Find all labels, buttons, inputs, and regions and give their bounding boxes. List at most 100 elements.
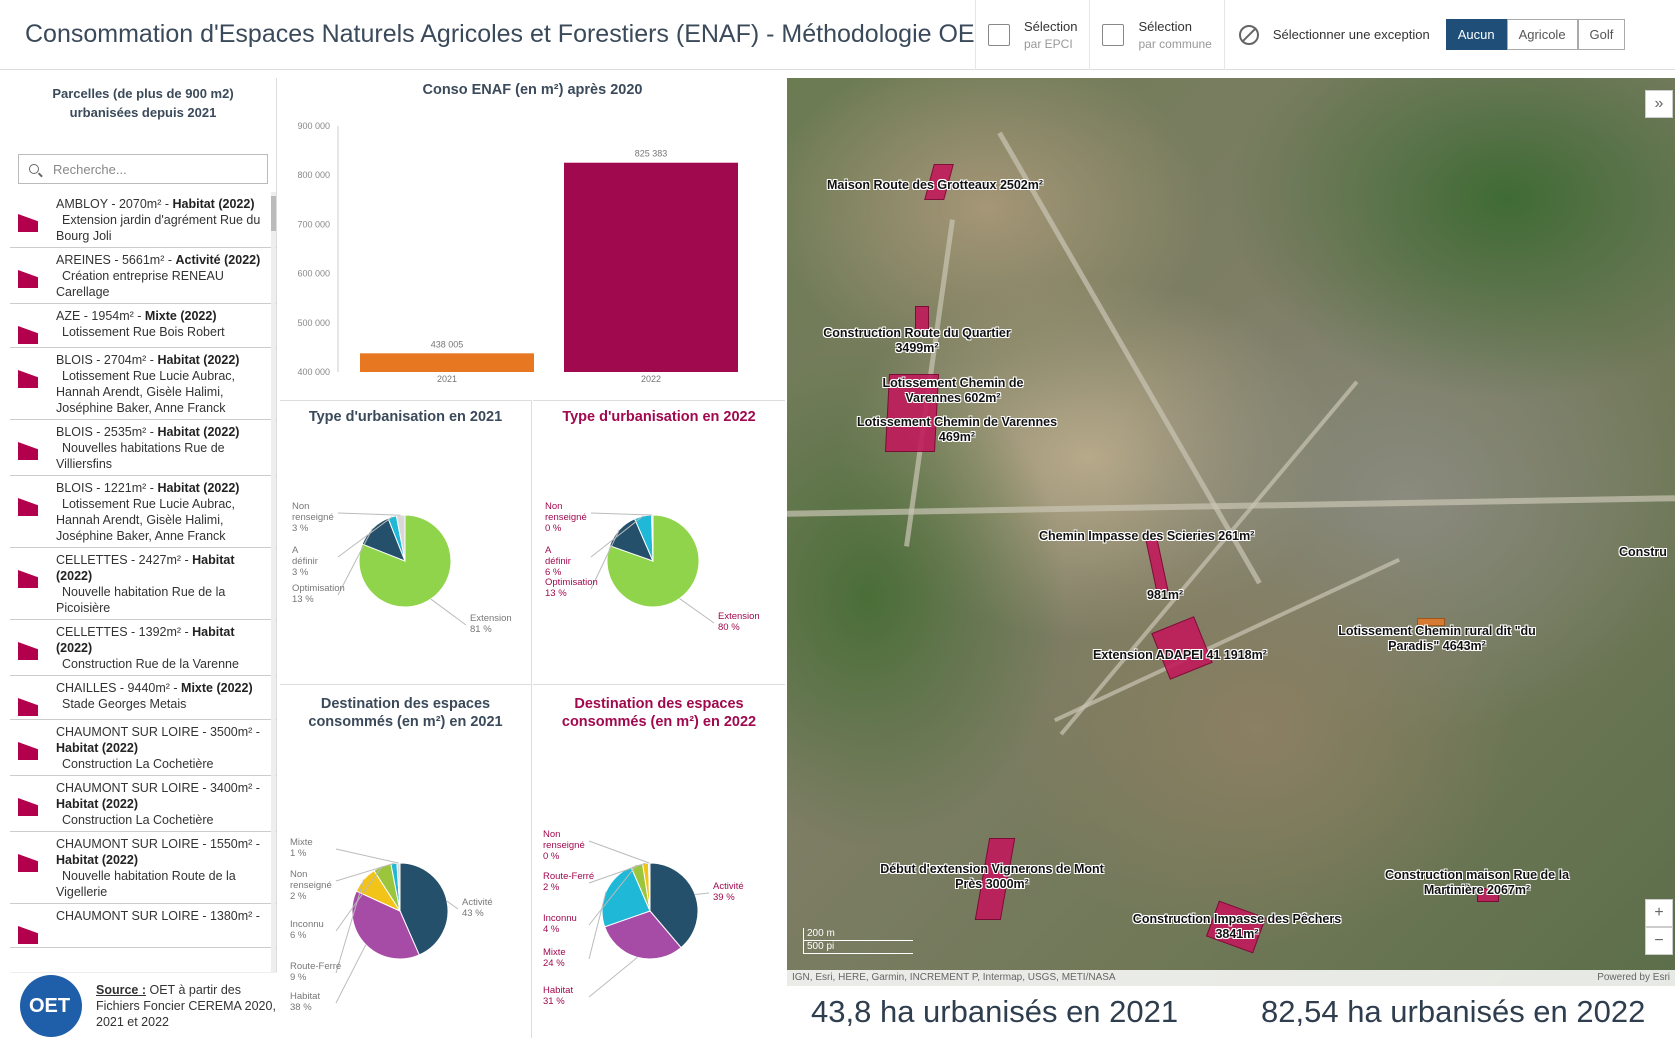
list-item[interactable]: CHAUMONT SUR LOIRE - 1550m² - Habitat (2… (10, 832, 277, 904)
list-item-text: BLOIS - 1221m² - Habitat (2022) Lotisseme… (56, 480, 273, 544)
item-description: Construction La Cochetière (62, 757, 214, 771)
map-road (787, 495, 1675, 517)
pie-label-line: Non (545, 501, 562, 512)
map-road (1059, 380, 1359, 736)
pie-type-2022: Extension 80 %Optimisation 13 %A définir 6 %… (545, 501, 760, 633)
pie-dest-2022: Activité 39 % Habitat 31 % Mixte 24 % Inconnu 4… (543, 829, 744, 1007)
collapse-panel-button[interactable]: » (1645, 90, 1673, 118)
list-title: Parcelles (de plus de 900 m2) urbanisées… (52, 86, 234, 120)
list-item-text: AMBLOY - 2070m² - Habitat (2022) Extensio… (56, 196, 273, 244)
item-description: Construction Rue de la Varenne (62, 657, 239, 671)
item-description: Nouvelle habitation Rue de la Picoisière (56, 585, 226, 615)
map-scalebar: 200 m 500 pi (803, 928, 913, 954)
item-year: (2022) (101, 797, 138, 811)
item-head: AMBLOY - 2070m² - (56, 197, 173, 211)
pie-label-pct: 6 % (290, 930, 307, 941)
pie-label: Route-Ferré 2 % (543, 871, 594, 893)
select-by-commune-button[interactable]: Sélection par commune (1089, 0, 1223, 70)
pie-label: Non renseigné 0 % (543, 829, 585, 862)
pie-label: Non renseigné 2 % (290, 869, 332, 902)
pie-dest-2022-title: Destination des espaces consommés (en m²… (561, 696, 757, 730)
pie-label-pct: 80 % (718, 622, 740, 633)
list-item[interactable]: BLOIS - 2704m² - Habitat (2022) Lotisseme… (10, 348, 277, 420)
map-label: Lotissement Chemin de Varennes 602m² (882, 376, 1024, 405)
pie-label-line: Non (290, 869, 307, 880)
zoom-out-button[interactable]: − (1645, 927, 1673, 955)
parcel-flag-icon (18, 742, 38, 760)
list-item-text: AZE - 1954m² - Mixte (2022) Lotissement R… (56, 308, 225, 344)
powered-by-esri[interactable]: Powered by Esri (1597, 972, 1670, 983)
source-label[interactable]: Source : (96, 983, 146, 997)
exception-option-agricole[interactable]: Agricole (1506, 19, 1578, 50)
pie-label: Adéfinir 6 % (545, 545, 571, 578)
pie-label: Inconnu 4 % (543, 913, 577, 935)
y-tick-label: 900 000 (297, 121, 330, 131)
item-type: Mixte (144, 309, 177, 323)
map-view[interactable]: Maison Route des Grotteaux 2502m² Constr… (787, 78, 1675, 986)
list-item[interactable]: BLOIS - 2535m² - Habitat (2022) Nouvelles… (10, 420, 277, 476)
select-by-epci-button[interactable]: Sélection par EPCI (975, 0, 1089, 70)
item-year: (2022) (218, 197, 255, 211)
map-label: Construction Route du Quartier 3499m² (823, 326, 1011, 355)
item-head: BLOIS - 2704m² - (56, 353, 158, 367)
pie-label: Mixte 1 % (290, 837, 313, 859)
parcel-flag-icon (18, 214, 38, 232)
exception-option-golf[interactable]: Golf (1577, 19, 1626, 50)
pie-label-line: définir (545, 556, 571, 567)
list-item[interactable]: CHAUMONT SUR LOIRE - 3400m² - Habitat (2… (10, 776, 277, 832)
pie-leader-line (446, 900, 459, 910)
item-head: CHAUMONT SUR LOIRE - 1380m² - (56, 909, 260, 923)
pie-type-2022-title: Type d'urbanisation en 2022 (562, 409, 756, 425)
pie-label-line: Route-Ferré (290, 961, 341, 972)
pie-label: Extension 80 % (718, 611, 760, 633)
pie-leader-line (335, 944, 367, 1004)
pie-leader-line (335, 848, 399, 864)
pie-leader-line (588, 840, 650, 864)
item-type: Activité (175, 253, 221, 267)
pie-label: Extension 81 % (470, 613, 512, 635)
item-year: (2022) (203, 425, 240, 439)
map-parcel[interactable] (1145, 537, 1169, 594)
list-item[interactable]: CHAUMONT SUR LOIRE - 3500m² - Habitat (2… (10, 720, 277, 776)
bar-value-label: 438 005 (431, 339, 464, 349)
list-item[interactable]: CELLETTES - 2427m² - Habitat (2022) Nouve… (10, 548, 277, 620)
pie-label-line: Non (292, 501, 309, 512)
exception-option-aucun[interactable]: Aucun (1445, 19, 1507, 50)
list-scrollbar[interactable] (271, 192, 276, 972)
item-year: (2022) (216, 681, 253, 695)
select-epci-sublabel: par EPCI (1024, 36, 1073, 51)
item-year: (2022) (180, 309, 217, 323)
list-item[interactable]: AREINES - 5661m² - Activité (2022) Créati… (10, 248, 277, 304)
zoom-in-button[interactable]: + (1645, 899, 1673, 927)
parcel-flag-icon (18, 854, 38, 872)
page-title: Consommation d'Espaces Naturels Agricole… (25, 20, 975, 48)
pie-label-pct: 0 % (545, 523, 562, 534)
map-label: Extension ADAPEI 41 1918m² (1093, 648, 1267, 662)
no-entry-icon (1238, 24, 1259, 45)
list-item-text: CHAUMONT SUR LOIRE - 1550m² - Habitat (2… (56, 836, 273, 900)
item-type: Habitat (56, 741, 99, 755)
list-item[interactable]: CELLETTES - 1392m² - Habitat (2022) Const… (10, 620, 277, 676)
pie-dest-2021-panel: Destination des espaces consommés (en m²… (280, 684, 532, 1038)
list-item[interactable]: CHAILLES - 9440m² - Mixte (2022) Stade Ge… (10, 676, 277, 720)
item-head: AREINES - 5661m² - (56, 253, 176, 267)
list-item[interactable]: AZE - 1954m² - Mixte (2022) Lotissement R… (10, 304, 277, 348)
pie-label: Habitat 31 % (543, 985, 573, 1007)
search-input[interactable]: Recherche... (18, 154, 268, 184)
pie-label-line: A (545, 545, 552, 556)
list-item[interactable]: CHAUMONT SUR LOIRE - 1380m² - (10, 904, 277, 948)
list-item[interactable]: BLOIS - 1221m² - Habitat (2022) Lotisseme… (10, 476, 277, 548)
list-item[interactable]: AMBLOY - 2070m² - Habitat (2022) Extensio… (10, 192, 277, 248)
y-tick-label: 400 000 (297, 367, 330, 377)
pie-label-line: renseigné (292, 512, 334, 523)
pie-type-2022-panel: Type d'urbanisation en 2022 Extension 80 … (533, 400, 785, 684)
map-road (997, 131, 1262, 585)
source-text: Source : OET à partir des Fichiers Fonci… (96, 982, 277, 1030)
pie-label-line: Optimisation (292, 583, 345, 594)
pie-dest-2022-panel: Destination des espaces consommés (en m²… (533, 684, 785, 1038)
item-year: (2022) (56, 641, 93, 655)
scrollbar-thumb[interactable] (271, 196, 276, 231)
item-type: Habitat (157, 353, 200, 367)
item-year: (2022) (203, 353, 240, 367)
pie-leader-line (679, 598, 715, 624)
